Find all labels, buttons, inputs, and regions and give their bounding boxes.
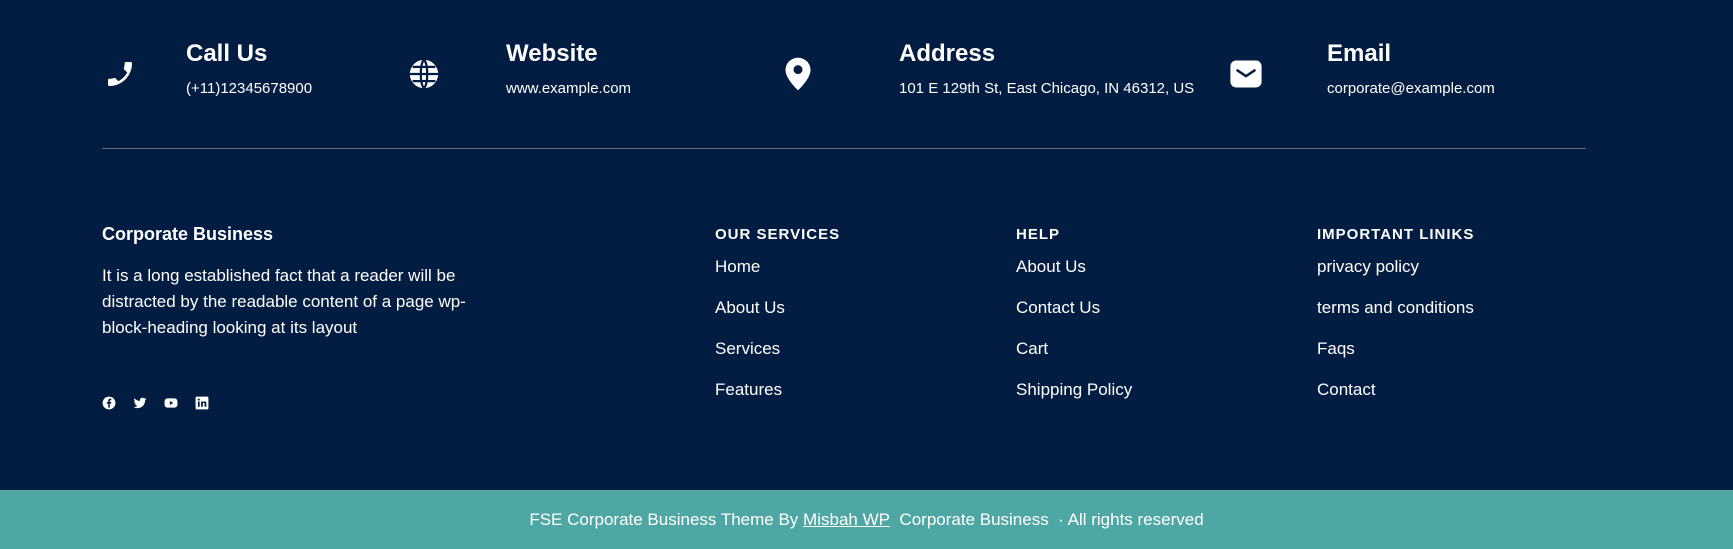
- footer-column-help: HELP About Us Contact Us Cart Shipping P…: [1016, 226, 1132, 421]
- facebook-icon[interactable]: [102, 396, 116, 410]
- location-pin-icon: [780, 56, 816, 92]
- footer-link-contact-us[interactable]: Contact Us: [1016, 298, 1132, 339]
- footer-link-services[interactable]: Services: [715, 339, 840, 380]
- section-divider: [102, 148, 1586, 149]
- social-links: [102, 396, 209, 410]
- footer-link-shipping-policy[interactable]: Shipping Policy: [1016, 380, 1132, 421]
- footer-column-our-services: OUR SERVICES Home About Us Services Feat…: [715, 226, 840, 421]
- contact-title: Website: [506, 40, 598, 67]
- youtube-icon[interactable]: [164, 396, 178, 410]
- envelope-icon: [1228, 56, 1264, 92]
- footer-link-faqs[interactable]: Faqs: [1317, 339, 1474, 380]
- copyright-suffix: Corporate Business · All rights reserved: [899, 509, 1204, 529]
- brand-description: It is a long established fact that a rea…: [102, 266, 466, 337]
- footer-link-terms-and-conditions[interactable]: terms and conditions: [1317, 298, 1474, 339]
- footer-link-home[interactable]: Home: [715, 257, 840, 298]
- column-title: IMPORTANT LINIKS: [1317, 226, 1475, 243]
- column-links: Home About Us Services Features: [715, 257, 840, 421]
- contact-value: (+11)12345678900: [186, 80, 313, 97]
- footer-column-important-links: IMPORTANT LINIKS privacy policy terms an…: [1317, 226, 1474, 421]
- contact-value: www.example.com: [506, 80, 632, 97]
- contact-value: 101 E 129th St, East Chicago, IN 46312, …: [899, 80, 1195, 97]
- author-link[interactable]: Misbah WP: [803, 510, 890, 530]
- globe-icon: [406, 56, 442, 92]
- contact-title: Address: [899, 40, 996, 67]
- footer-link-privacy-policy[interactable]: privacy policy: [1317, 257, 1474, 298]
- contact-title: Call Us: [186, 40, 268, 67]
- phone-icon: [102, 56, 138, 92]
- column-links: privacy policy terms and conditions Faqs…: [1317, 257, 1474, 421]
- footer-link-cart[interactable]: Cart: [1016, 339, 1132, 380]
- copyright-bar: FSE Corporate Business Theme By Misbah W…: [0, 490, 1733, 549]
- column-title: OUR SERVICES: [715, 226, 841, 243]
- footer-link-about-us[interactable]: About Us: [715, 298, 840, 339]
- twitter-icon[interactable]: [133, 396, 147, 410]
- contact-title: Email: [1327, 40, 1392, 67]
- brand-title: Corporate Business: [102, 224, 274, 244]
- linkedin-icon[interactable]: [195, 396, 209, 410]
- column-links: About Us Contact Us Cart Shipping Policy: [1016, 257, 1132, 421]
- footer-link-features[interactable]: Features: [715, 380, 840, 421]
- contact-info-row: Call Us (+11)12345678900 Website www.exa…: [0, 0, 1733, 150]
- footer-link-about-us[interactable]: About Us: [1016, 257, 1132, 298]
- copyright-prefix: FSE Corporate Business Theme By: [529, 509, 799, 529]
- column-title: HELP: [1016, 226, 1061, 243]
- contact-value: corporate@example.com: [1327, 80, 1495, 97]
- footer-link-contact[interactable]: Contact: [1317, 380, 1474, 421]
